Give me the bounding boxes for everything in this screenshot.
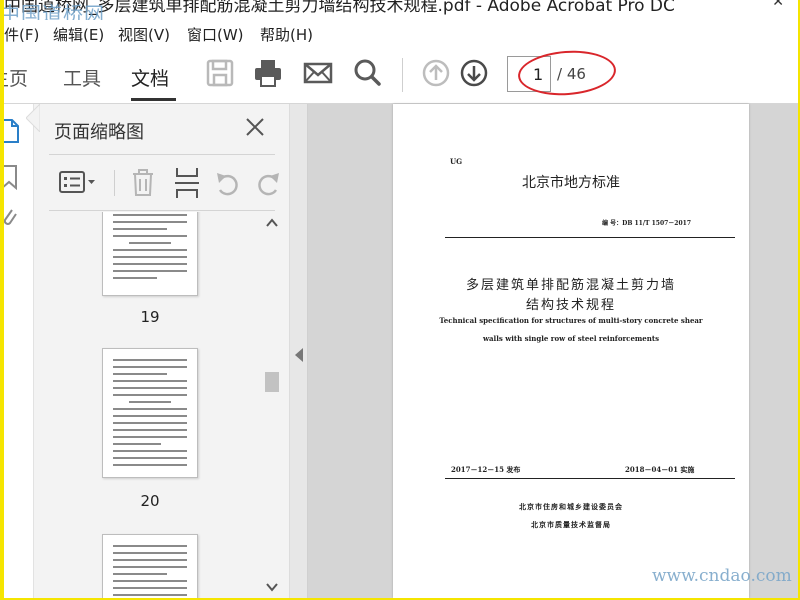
thumbnail-label: 19 xyxy=(140,308,160,326)
doc-standard-title: 北京市地方标准 xyxy=(522,175,620,191)
email-icon[interactable] xyxy=(302,57,334,89)
attachments-nav-icon[interactable] xyxy=(4,204,18,230)
save-icon[interactable] xyxy=(204,57,236,89)
page-thumbnails-panel: 页面缩略图 19 20 xyxy=(34,104,290,598)
panel-tool-separator xyxy=(114,170,115,196)
menu-bar: 件(F) 编辑(E) 视图(V) 窗口(W) 帮助(H) xyxy=(4,20,798,46)
extract-icon[interactable] xyxy=(174,166,200,200)
page-down-icon[interactable] xyxy=(458,57,490,89)
doc-issuer: 北京市质量技术监督局 xyxy=(531,521,611,529)
navigation-pane-strip xyxy=(4,104,34,598)
doc-en-title: Technical specification for structures o… xyxy=(439,316,703,325)
tab-home[interactable]: 主页 xyxy=(4,64,28,91)
doc-en-title: walls with single row of steel reinforce… xyxy=(482,334,660,343)
search-icon[interactable] xyxy=(351,57,383,89)
doc-cn-title: 多层建筑单排配筋混凝土剪力墙 xyxy=(465,278,676,293)
scrollbar-thumb[interactable] xyxy=(265,372,279,392)
acrobat-window: 中国道桥网_多层建筑单排配筋混凝土剪力墙结构技术规程.pdf - Adobe A… xyxy=(4,0,798,598)
rotate-ccw-icon[interactable] xyxy=(214,170,242,198)
close-panel-icon[interactable] xyxy=(244,116,266,138)
menu-window[interactable]: 窗口(W) xyxy=(187,24,244,45)
menu-help[interactable]: 帮助(H) xyxy=(260,24,313,45)
watermark-url: www.cndao.com xyxy=(652,566,792,586)
tab-document[interactable]: 文档 xyxy=(131,64,169,91)
scroll-down-icon[interactable] xyxy=(266,582,278,592)
close-window-icon[interactable]: ✕ xyxy=(772,0,784,10)
thumbnail-options-icon[interactable] xyxy=(58,170,98,196)
collapse-panel-handle[interactable] xyxy=(290,104,308,598)
menu-view[interactable]: 视图(V) xyxy=(118,24,170,45)
panel-pointer-icon xyxy=(26,104,40,132)
page-thumbnail-20[interactable] xyxy=(102,348,198,478)
panel-divider xyxy=(49,210,275,211)
doc-issue-date: 2017－12－15 发布 xyxy=(451,465,521,474)
doc-standard-number: 编 号：DB 11/T 1507－2017 xyxy=(602,220,691,227)
delete-icon[interactable] xyxy=(130,168,156,198)
collapse-arrow-icon[interactable] xyxy=(295,348,303,362)
thumbnail-list: 19 20 xyxy=(34,212,290,598)
active-tab-indicator xyxy=(131,98,176,101)
page-thumbnail-21[interactable] xyxy=(102,534,198,598)
document-page: UG 北京市地方标准 编 号：DB 11/T 1507－2017 多层建筑单排配… xyxy=(393,104,749,598)
rotate-cw-icon[interactable] xyxy=(254,170,282,198)
document-view: UG 北京市地方标准 编 号：DB 11/T 1507－2017 多层建筑单排配… xyxy=(308,104,798,598)
bookmarks-nav-icon[interactable] xyxy=(4,164,18,190)
doc-ug: UG xyxy=(450,157,463,166)
page-thumbnail-19[interactable] xyxy=(102,212,198,296)
print-icon[interactable] xyxy=(252,57,284,89)
menu-edit[interactable]: 编辑(E) xyxy=(53,24,104,45)
thumbnail-scrollbar[interactable] xyxy=(262,212,282,598)
menu-file[interactable]: 件(F) xyxy=(4,24,39,45)
thumbnail-label: 20 xyxy=(140,492,160,510)
doc-rule xyxy=(445,237,735,238)
tab-tools[interactable]: 工具 xyxy=(63,64,101,91)
panel-divider xyxy=(49,154,275,155)
doc-issuer: 北京市住房和城乡建设委员会 xyxy=(519,503,623,511)
toolbar-separator xyxy=(402,58,403,92)
doc-cn-title: 结构技术规程 xyxy=(525,298,616,313)
scroll-up-icon[interactable] xyxy=(266,218,278,228)
page-thumbnails-nav-icon[interactable] xyxy=(4,118,20,144)
page-up-icon[interactable] xyxy=(420,57,452,89)
panel-toolbar xyxy=(34,160,290,204)
main-toolbar: 主页 工具 文档 xyxy=(4,46,798,104)
title-bar: 中国道桥网_多层建筑单排配筋混凝土剪力墙结构技术规程.pdf - Adobe A… xyxy=(4,0,798,20)
panel-title: 页面缩略图 xyxy=(54,122,144,143)
doc-effective-date: 2018－04－01 实施 xyxy=(625,465,695,474)
doc-rule xyxy=(445,478,735,479)
